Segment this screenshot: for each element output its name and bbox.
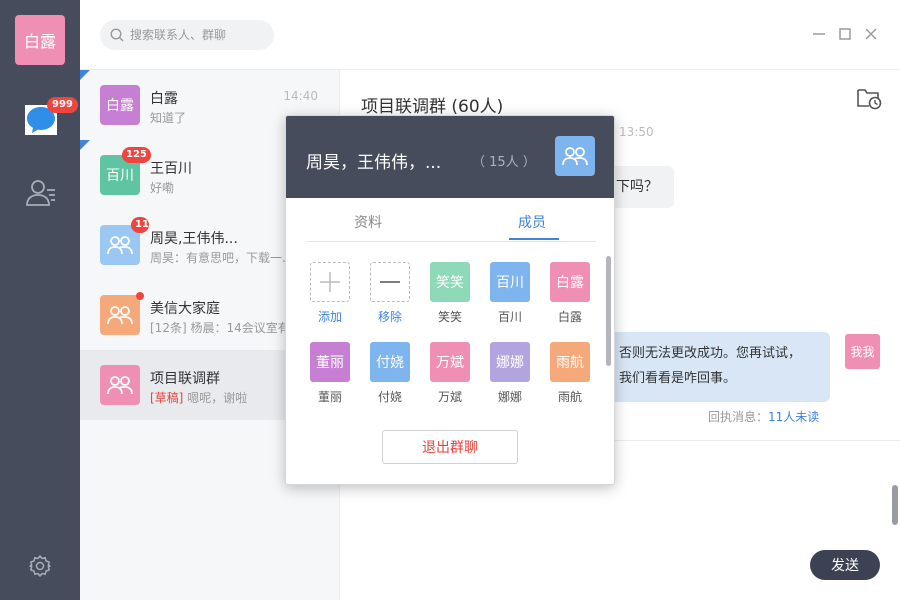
receipt-label: 回执消息： xyxy=(708,410,769,424)
unread-dot xyxy=(136,292,144,300)
outgoing-line: 我们看看是咋回事。 xyxy=(619,371,737,386)
group-avatar xyxy=(100,295,140,335)
member-item[interactable]: 百川 百川 xyxy=(490,262,530,325)
member-item[interactable]: 董丽 董丽 xyxy=(310,342,350,405)
minimize-button[interactable] xyxy=(811,26,827,42)
group-icon xyxy=(107,236,133,255)
avatar: 白露 xyxy=(100,85,140,125)
add-label: 添加 xyxy=(317,310,342,324)
member-avatar: 雨航 xyxy=(550,342,590,382)
close-icon xyxy=(865,28,877,40)
member-name: 万斌 xyxy=(437,390,462,404)
member-item[interactable]: 娜娜 娜娜 xyxy=(490,342,530,405)
member-avatar: 付娆 xyxy=(370,342,410,382)
remove-icon xyxy=(370,262,410,302)
user-avatar[interactable]: 白露 xyxy=(15,15,65,65)
search-icon xyxy=(110,28,124,42)
member-item[interactable]: 白露 白露 xyxy=(550,262,590,325)
group-info-popup: 周昊，王伟伟，... （ 15人 ） 资料 成员 添加 移除 笑笑 笑笑 百川 xyxy=(285,115,615,485)
quit-group-button[interactable]: 退出群聊 xyxy=(382,430,518,464)
member-list-scrollbar[interactable] xyxy=(606,256,611,366)
top-bar xyxy=(80,0,900,70)
group-icon xyxy=(107,306,133,325)
tab-divider xyxy=(306,241,596,242)
outgoing-line: 否则无法更改成功。您再试试， xyxy=(619,346,802,361)
tab-profile[interactable]: 资料 xyxy=(354,212,382,232)
member-avatar: 董丽 xyxy=(310,342,350,382)
conversation-name: 白露 xyxy=(150,91,178,107)
read-receipt: 回执消息：11人未读 xyxy=(708,408,819,425)
member-avatar: 娜娜 xyxy=(490,342,530,382)
settings-gear-icon xyxy=(29,555,51,577)
add-icon xyxy=(310,262,350,302)
search-input[interactable] xyxy=(130,28,270,42)
message-scrollbar[interactable] xyxy=(892,485,898,525)
member-count: （ 15人 ） xyxy=(472,155,536,170)
member-item[interactable]: 雨航 雨航 xyxy=(550,342,590,405)
member-item[interactable]: 笑笑 笑笑 xyxy=(430,262,470,325)
close-button[interactable] xyxy=(863,26,879,42)
member-avatar: 笑笑 xyxy=(430,262,470,302)
message-time: 13:50 xyxy=(619,125,654,139)
draft-text: 嗯呢，谢啦 xyxy=(183,391,248,405)
conversation-name: 项目联调群 xyxy=(150,371,220,387)
nav-contacts[interactable] xyxy=(25,178,57,208)
group-name: 周昊，王伟伟，... xyxy=(306,153,442,173)
tab-members[interactable]: 成员 xyxy=(518,212,546,232)
remove-label: 移除 xyxy=(377,310,402,324)
nav-settings[interactable] xyxy=(28,554,52,578)
conversation-name: 周昊,王伟伟... xyxy=(150,231,238,247)
group-avatar xyxy=(100,365,140,405)
member-avatar: 百川 xyxy=(490,262,530,302)
history-button[interactable] xyxy=(856,86,882,110)
maximize-button[interactable] xyxy=(837,26,853,42)
contacts-icon xyxy=(26,180,55,206)
conversation-name: 王百川 xyxy=(150,161,192,177)
group-icon xyxy=(562,147,588,166)
remove-member-button[interactable]: 移除 xyxy=(370,262,410,325)
unread-badge: 11 xyxy=(131,217,149,233)
member-name: 董丽 xyxy=(317,390,342,404)
member-avatar: 白露 xyxy=(550,262,590,302)
conversation-name: 美信大家庭 xyxy=(150,301,220,317)
chat-title: 项目联调群 (60人) xyxy=(361,97,504,117)
active-tab-indicator xyxy=(509,238,559,240)
member-avatar: 万斌 xyxy=(430,342,470,382)
pinned-marker xyxy=(80,70,90,80)
member-name: 娜娜 xyxy=(497,390,522,404)
member-name: 雨航 xyxy=(557,390,582,404)
minimize-icon xyxy=(813,33,825,35)
folder-clock-icon xyxy=(857,89,882,110)
add-member-button[interactable]: 添加 xyxy=(310,262,350,325)
conversation-time: 14:40 xyxy=(283,89,318,103)
popup-header: 周昊，王伟伟，... （ 15人 ） xyxy=(286,116,614,198)
group-icon xyxy=(107,376,133,395)
receipt-unread-link[interactable]: 11人未读 xyxy=(768,410,819,424)
unread-badge: 125 xyxy=(122,147,151,163)
member-name: 白露 xyxy=(557,310,582,324)
send-button[interactable]: 发送 xyxy=(810,550,880,580)
maximize-icon xyxy=(839,28,851,40)
group-avatar xyxy=(555,136,595,176)
member-name: 百川 xyxy=(497,310,522,324)
outgoing-message: 否则无法更改成功。您再试试， 我们看看是咋回事。 xyxy=(605,332,830,402)
member-name: 付娆 xyxy=(377,390,402,404)
member-item[interactable]: 万斌 万斌 xyxy=(430,342,470,405)
self-avatar: 我我 xyxy=(845,334,880,369)
member-item[interactable]: 付娆 付娆 xyxy=(370,342,410,405)
draft-tag: [草稿] xyxy=(150,391,184,405)
left-rail: 白露 999 xyxy=(0,0,80,600)
chat-unread-badge: 999 xyxy=(47,97,78,113)
pinned-marker xyxy=(80,140,90,150)
search-box[interactable] xyxy=(100,20,274,50)
member-name: 笑笑 xyxy=(437,310,462,324)
